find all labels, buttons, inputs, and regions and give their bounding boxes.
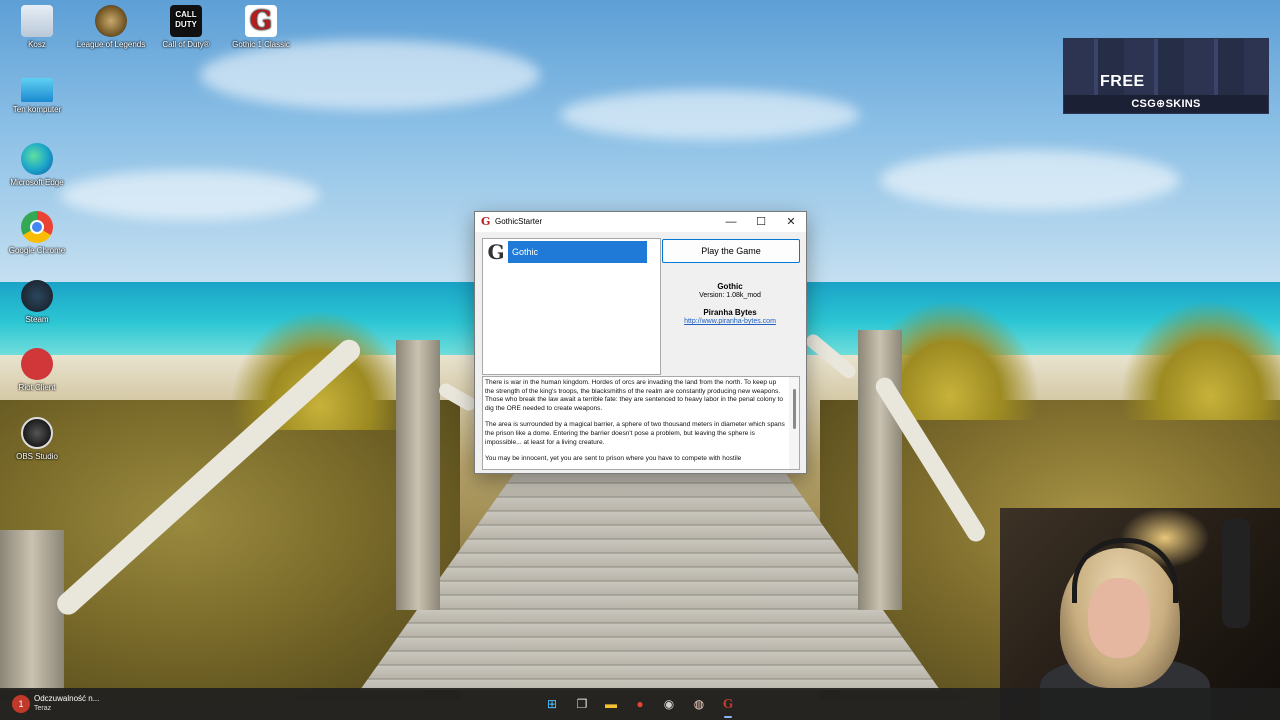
desktop-icon-obs[interactable]: OBS Studio — [0, 417, 75, 461]
gothic-app-icon: G — [481, 215, 491, 228]
wallpaper-cloud — [880, 150, 1180, 210]
desktop-icon-this-pc[interactable]: Ten komputer — [0, 74, 75, 114]
wallpaper-post — [858, 330, 902, 610]
developer-website-link[interactable]: http://www.piranha-bytes.com — [661, 318, 799, 325]
desktop-icon-label: League of Legends — [76, 40, 146, 49]
this-pc-icon — [21, 78, 53, 102]
game-name: Gothic — [717, 282, 743, 291]
call-of-duty-icon: CALL DUTY — [170, 5, 202, 37]
notification-time: Teraz — [34, 705, 52, 712]
description-scrollbar[interactable] — [789, 377, 799, 469]
edge-icon — [21, 143, 53, 175]
desktop-icon-chrome[interactable]: Google Chrome — [0, 211, 75, 255]
wallpaper-post — [0, 530, 64, 690]
desktop-icon-riot-client[interactable]: Riot Client — [0, 348, 75, 392]
chrome-icon — [21, 211, 53, 243]
desktop-icon-label: Microsoft Edge — [10, 178, 64, 187]
window-titlebar[interactable]: G GothicStarter — ☐ ✕ — [475, 212, 806, 232]
chrome-taskbar-button[interactable]: ● — [629, 693, 651, 715]
game-description[interactable]: There is war in the human kingdom. Horde… — [482, 376, 800, 470]
webcam-microphone — [1222, 518, 1250, 628]
play-the-game-button[interactable]: Play the Game — [662, 239, 800, 263]
desktop-icon-call-of-duty[interactable]: CALL DUTY Call of Duty® — [148, 5, 224, 49]
game-list-item[interactable]: G Gothic — [485, 241, 647, 263]
ad-banner-strip — [1064, 39, 1268, 95]
desktop-icon-label: Call of Duty® — [162, 40, 210, 49]
game-list: G Gothic — [482, 238, 661, 375]
developer-name: Piranha Bytes — [703, 308, 757, 317]
file-explorer-button[interactable]: ▬ — [600, 693, 622, 715]
desktop-icon-label: Steam — [25, 315, 49, 324]
maximize-button[interactable]: ☐ — [746, 212, 776, 232]
desktop-icon-label: Google Chrome — [8, 246, 66, 255]
game-description-text: There is war in the human kingdom. Horde… — [485, 379, 785, 469]
gothic-taskbar-button[interactable]: G — [717, 693, 739, 718]
game-version: Version: 1.08k_mod — [699, 292, 761, 299]
desktop-icon-recycle-bin[interactable]: Kosz — [0, 5, 75, 49]
desktop-icon-gothic[interactable]: G Gothic 1 Classic — [223, 5, 299, 49]
recycle-bin-icon — [21, 5, 53, 37]
ad-brand-text: CSG⊕SKINS — [1131, 98, 1201, 110]
ad-free-text: FREE — [1100, 73, 1145, 90]
minimize-button[interactable]: — — [716, 212, 746, 232]
task-view-button[interactable]: ❐ — [571, 693, 593, 715]
wallpaper-cloud — [200, 40, 540, 110]
desktop-icon-edge[interactable]: Microsoft Edge — [0, 143, 75, 187]
desktop-icon-label: Gothic 1 Classic — [232, 40, 290, 49]
desktop-icon-label: Ten komputer — [12, 105, 62, 114]
taskbar: 1 Odczuwalność n... Teraz ⊞ ❐ ▬ ● ◉ ◍ G — [0, 688, 1280, 720]
wallpaper-palm — [1120, 300, 1280, 420]
obs-icon — [21, 417, 53, 449]
description-paragraph: There is war in the human kingdom. Horde… — [485, 379, 783, 412]
obs-taskbar-button[interactable]: ◉ — [658, 693, 680, 715]
wallpaper-post — [396, 340, 440, 610]
start-button[interactable]: ⊞ — [541, 693, 563, 715]
close-button[interactable]: ✕ — [776, 212, 806, 232]
gothic-icon: G — [245, 5, 277, 37]
app-taskbar-button[interactable]: ◍ — [688, 693, 710, 715]
gothicstarter-window: G GothicStarter — ☐ ✕ G Gothic Play the … — [474, 211, 807, 474]
description-paragraph: The area is surrounded by a magical barr… — [485, 421, 785, 446]
notification-badge: 1 — [12, 695, 30, 713]
ad-banner[interactable]: FREE CSG⊕SKINS — [1063, 38, 1269, 114]
game-info: Gothic Version: 1.08k_mod Piranha Bytes … — [661, 282, 799, 325]
game-list-item-label: Gothic — [508, 241, 647, 263]
league-of-legends-icon — [95, 5, 127, 37]
scrollbar-thumb[interactable] — [793, 389, 796, 429]
gothic-g-icon: G — [487, 240, 505, 264]
notification-title: Odczuwalność n... — [34, 694, 100, 703]
desktop-icon-label: Riot Client — [18, 383, 56, 392]
desktop-icon-label: OBS Studio — [16, 452, 58, 461]
wallpaper-cloud — [560, 90, 860, 140]
steam-icon — [21, 280, 53, 312]
window-title: GothicStarter — [495, 217, 543, 226]
wallpaper-cloud — [60, 170, 320, 220]
desktop-icon-steam[interactable]: Steam — [0, 280, 75, 324]
description-paragraph: You may be innocent, yet you are sent to… — [485, 455, 742, 463]
desktop-icon-label: Kosz — [28, 40, 46, 49]
riot-client-icon — [21, 348, 53, 380]
desktop-icon-league-of-legends[interactable]: League of Legends — [73, 5, 149, 49]
